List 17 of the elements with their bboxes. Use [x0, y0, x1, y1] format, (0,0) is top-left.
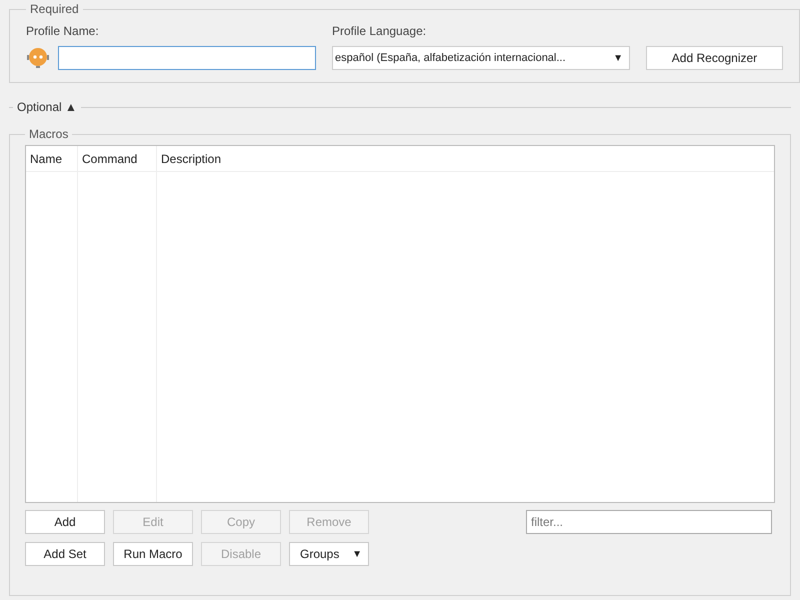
group-title: Macros [28, 126, 70, 143]
column-header[interactable]: Command [78, 146, 156, 172]
column-header[interactable]: Name [26, 146, 77, 172]
optional-toggle[interactable]: Optional ▲ [13, 98, 81, 116]
field-label: Profile Name: [26, 23, 100, 40]
language-dropdown[interactable]: español (España, alfabetización internacional... ▼ [332, 46, 630, 70]
column-header[interactable]: Description [157, 146, 774, 172]
profile-name-input[interactable] [58, 46, 316, 70]
robot-icon [26, 47, 50, 69]
groups-dropdown[interactable]: Groups ▼ [289, 542, 369, 566]
field-label: Profile Language: [332, 23, 428, 40]
action-button[interactable]: Add Set [25, 542, 105, 566]
filter-input[interactable]: filter... [526, 510, 772, 534]
action-button[interactable]: Add [25, 510, 105, 534]
action-button[interactable]: Run Macro [113, 542, 193, 566]
add-recognizer-button[interactable]: Add Recognizer [646, 46, 783, 70]
group-title: Required [29, 1, 80, 18]
